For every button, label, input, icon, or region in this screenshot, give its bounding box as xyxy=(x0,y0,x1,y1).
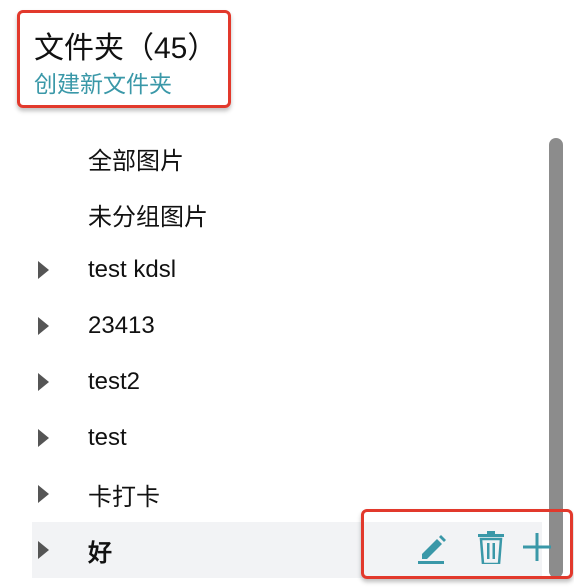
list-item[interactable]: 23413 xyxy=(32,298,542,354)
expand-arrow-icon[interactable] xyxy=(38,261,49,279)
expand-arrow-icon[interactable] xyxy=(38,429,49,447)
add-icon[interactable] xyxy=(522,530,552,564)
folder-header-highlight: 文件夹（45） 创建新文件夹 xyxy=(17,10,231,108)
folder-label: 好 xyxy=(88,539,112,567)
list-item[interactable]: 未分组图片 xyxy=(32,186,542,242)
expand-arrow-icon[interactable] xyxy=(38,373,49,391)
folder-label: test2 xyxy=(88,368,141,395)
folder-label: test xyxy=(88,424,127,451)
page-title: 文件夹（45） xyxy=(34,32,218,65)
list-item[interactable]: test xyxy=(32,410,542,466)
folder-label: 卡打卡 xyxy=(88,483,160,511)
list-item[interactable]: 全部图片 xyxy=(32,130,542,186)
folder-label: 未分组图片 xyxy=(88,203,208,231)
folder-label: 全部图片 xyxy=(88,147,184,175)
edit-icon[interactable] xyxy=(416,530,446,564)
expand-arrow-icon[interactable] xyxy=(38,317,49,335)
folder-label: test kdsl xyxy=(88,256,177,283)
expand-arrow-icon[interactable] xyxy=(38,485,49,503)
folder-actions-highlight xyxy=(361,509,573,579)
create-folder-link[interactable]: 创建新文件夹 xyxy=(34,65,172,99)
trash-icon[interactable] xyxy=(476,530,506,564)
expand-arrow-icon[interactable] xyxy=(38,541,49,559)
folder-label: 23413 xyxy=(88,312,155,339)
list-item[interactable]: test2 xyxy=(32,354,542,410)
list-item[interactable]: test kdsl xyxy=(32,242,542,298)
